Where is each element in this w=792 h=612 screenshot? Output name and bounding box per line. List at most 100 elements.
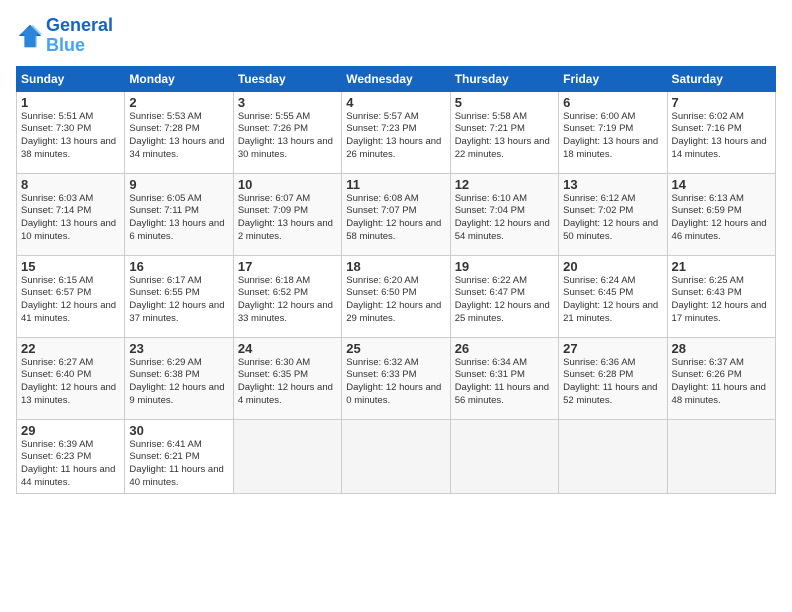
calendar-header-row: SundayMondayTuesdayWednesdayThursdayFrid… [17, 66, 776, 91]
cell-info: Sunrise: 5:58 AMSunset: 7:21 PMDaylight:… [455, 111, 550, 160]
calendar-cell: 14 Sunrise: 6:13 AMSunset: 6:59 PMDaylig… [667, 173, 775, 255]
cell-info: Sunrise: 6:12 AMSunset: 7:02 PMDaylight:… [563, 193, 658, 242]
calendar-cell: 5 Sunrise: 5:58 AMSunset: 7:21 PMDayligh… [450, 91, 558, 173]
day-header-thursday: Thursday [450, 66, 558, 91]
cell-info: Sunrise: 6:41 AMSunset: 6:21 PMDaylight:… [129, 439, 223, 488]
week-row-3: 15 Sunrise: 6:15 AMSunset: 6:57 PMDaylig… [17, 255, 776, 337]
cell-info: Sunrise: 6:27 AMSunset: 6:40 PMDaylight:… [21, 357, 116, 406]
calendar-body: 1 Sunrise: 5:51 AMSunset: 7:30 PMDayligh… [17, 91, 776, 493]
calendar-cell: 23 Sunrise: 6:29 AMSunset: 6:38 PMDaylig… [125, 337, 233, 419]
day-number: 8 [21, 177, 120, 192]
calendar-cell: 11 Sunrise: 6:08 AMSunset: 7:07 PMDaylig… [342, 173, 450, 255]
day-number: 20 [563, 259, 662, 274]
calendar-cell: 21 Sunrise: 6:25 AMSunset: 6:43 PMDaylig… [667, 255, 775, 337]
cell-info: Sunrise: 5:55 AMSunset: 7:26 PMDaylight:… [238, 111, 333, 160]
day-number: 10 [238, 177, 337, 192]
calendar-cell: 17 Sunrise: 6:18 AMSunset: 6:52 PMDaylig… [233, 255, 341, 337]
calendar-cell: 16 Sunrise: 6:17 AMSunset: 6:55 PMDaylig… [125, 255, 233, 337]
calendar-table: SundayMondayTuesdayWednesdayThursdayFrid… [16, 66, 776, 494]
day-number: 12 [455, 177, 554, 192]
day-number: 4 [346, 95, 445, 110]
week-row-4: 22 Sunrise: 6:27 AMSunset: 6:40 PMDaylig… [17, 337, 776, 419]
cell-info: Sunrise: 6:07 AMSunset: 7:09 PMDaylight:… [238, 193, 333, 242]
calendar-cell: 22 Sunrise: 6:27 AMSunset: 6:40 PMDaylig… [17, 337, 125, 419]
cell-info: Sunrise: 5:57 AMSunset: 7:23 PMDaylight:… [346, 111, 441, 160]
day-number: 6 [563, 95, 662, 110]
calendar-cell [559, 419, 667, 493]
cell-info: Sunrise: 6:02 AMSunset: 7:16 PMDaylight:… [672, 111, 767, 160]
day-header-saturday: Saturday [667, 66, 775, 91]
day-number: 5 [455, 95, 554, 110]
cell-info: Sunrise: 6:08 AMSunset: 7:07 PMDaylight:… [346, 193, 441, 242]
cell-info: Sunrise: 6:13 AMSunset: 6:59 PMDaylight:… [672, 193, 767, 242]
logo-text: General Blue [46, 16, 113, 56]
cell-info: Sunrise: 6:32 AMSunset: 6:33 PMDaylight:… [346, 357, 441, 406]
calendar-cell: 25 Sunrise: 6:32 AMSunset: 6:33 PMDaylig… [342, 337, 450, 419]
calendar-cell: 30 Sunrise: 6:41 AMSunset: 6:21 PMDaylig… [125, 419, 233, 493]
cell-info: Sunrise: 6:29 AMSunset: 6:38 PMDaylight:… [129, 357, 224, 406]
day-header-friday: Friday [559, 66, 667, 91]
day-number: 18 [346, 259, 445, 274]
cell-info: Sunrise: 6:20 AMSunset: 6:50 PMDaylight:… [346, 275, 441, 324]
calendar-cell: 27 Sunrise: 6:36 AMSunset: 6:28 PMDaylig… [559, 337, 667, 419]
header: General Blue [16, 16, 776, 56]
day-number: 24 [238, 341, 337, 356]
day-number: 14 [672, 177, 771, 192]
day-number: 2 [129, 95, 228, 110]
day-number: 3 [238, 95, 337, 110]
logo-icon [16, 22, 44, 50]
cell-info: Sunrise: 6:15 AMSunset: 6:57 PMDaylight:… [21, 275, 116, 324]
day-number: 16 [129, 259, 228, 274]
calendar-cell: 12 Sunrise: 6:10 AMSunset: 7:04 PMDaylig… [450, 173, 558, 255]
week-row-1: 1 Sunrise: 5:51 AMSunset: 7:30 PMDayligh… [17, 91, 776, 173]
day-header-tuesday: Tuesday [233, 66, 341, 91]
day-number: 19 [455, 259, 554, 274]
cell-info: Sunrise: 6:18 AMSunset: 6:52 PMDaylight:… [238, 275, 333, 324]
cell-info: Sunrise: 6:03 AMSunset: 7:14 PMDaylight:… [21, 193, 116, 242]
calendar-cell: 4 Sunrise: 5:57 AMSunset: 7:23 PMDayligh… [342, 91, 450, 173]
calendar-cell: 10 Sunrise: 6:07 AMSunset: 7:09 PMDaylig… [233, 173, 341, 255]
day-number: 1 [21, 95, 120, 110]
day-number: 22 [21, 341, 120, 356]
cell-info: Sunrise: 6:10 AMSunset: 7:04 PMDaylight:… [455, 193, 550, 242]
cell-info: Sunrise: 6:36 AMSunset: 6:28 PMDaylight:… [563, 357, 657, 406]
calendar-cell: 29 Sunrise: 6:39 AMSunset: 6:23 PMDaylig… [17, 419, 125, 493]
day-number: 13 [563, 177, 662, 192]
calendar-cell: 2 Sunrise: 5:53 AMSunset: 7:28 PMDayligh… [125, 91, 233, 173]
calendar-cell: 3 Sunrise: 5:55 AMSunset: 7:26 PMDayligh… [233, 91, 341, 173]
cell-info: Sunrise: 6:34 AMSunset: 6:31 PMDaylight:… [455, 357, 549, 406]
calendar-cell [450, 419, 558, 493]
calendar-cell [342, 419, 450, 493]
day-header-sunday: Sunday [17, 66, 125, 91]
cell-info: Sunrise: 5:51 AMSunset: 7:30 PMDaylight:… [21, 111, 116, 160]
cell-info: Sunrise: 6:37 AMSunset: 6:26 PMDaylight:… [672, 357, 766, 406]
day-header-monday: Monday [125, 66, 233, 91]
calendar-cell: 7 Sunrise: 6:02 AMSunset: 7:16 PMDayligh… [667, 91, 775, 173]
calendar-cell: 24 Sunrise: 6:30 AMSunset: 6:35 PMDaylig… [233, 337, 341, 419]
day-number: 7 [672, 95, 771, 110]
cell-info: Sunrise: 6:00 AMSunset: 7:19 PMDaylight:… [563, 111, 658, 160]
day-number: 30 [129, 423, 228, 438]
calendar-cell: 28 Sunrise: 6:37 AMSunset: 6:26 PMDaylig… [667, 337, 775, 419]
cell-info: Sunrise: 6:24 AMSunset: 6:45 PMDaylight:… [563, 275, 658, 324]
calendar-cell: 26 Sunrise: 6:34 AMSunset: 6:31 PMDaylig… [450, 337, 558, 419]
day-number: 9 [129, 177, 228, 192]
week-row-2: 8 Sunrise: 6:03 AMSunset: 7:14 PMDayligh… [17, 173, 776, 255]
day-number: 17 [238, 259, 337, 274]
day-number: 15 [21, 259, 120, 274]
day-number: 21 [672, 259, 771, 274]
calendar-cell: 15 Sunrise: 6:15 AMSunset: 6:57 PMDaylig… [17, 255, 125, 337]
day-number: 29 [21, 423, 120, 438]
day-number: 11 [346, 177, 445, 192]
page: General Blue SundayMondayTuesdayWednesda… [0, 0, 792, 612]
cell-info: Sunrise: 6:17 AMSunset: 6:55 PMDaylight:… [129, 275, 224, 324]
cell-info: Sunrise: 6:05 AMSunset: 7:11 PMDaylight:… [129, 193, 224, 242]
calendar-cell: 6 Sunrise: 6:00 AMSunset: 7:19 PMDayligh… [559, 91, 667, 173]
cell-info: Sunrise: 6:22 AMSunset: 6:47 PMDaylight:… [455, 275, 550, 324]
logo: General Blue [16, 16, 113, 56]
calendar-cell: 1 Sunrise: 5:51 AMSunset: 7:30 PMDayligh… [17, 91, 125, 173]
day-number: 25 [346, 341, 445, 356]
calendar-cell: 20 Sunrise: 6:24 AMSunset: 6:45 PMDaylig… [559, 255, 667, 337]
calendar-cell: 18 Sunrise: 6:20 AMSunset: 6:50 PMDaylig… [342, 255, 450, 337]
calendar-cell: 8 Sunrise: 6:03 AMSunset: 7:14 PMDayligh… [17, 173, 125, 255]
